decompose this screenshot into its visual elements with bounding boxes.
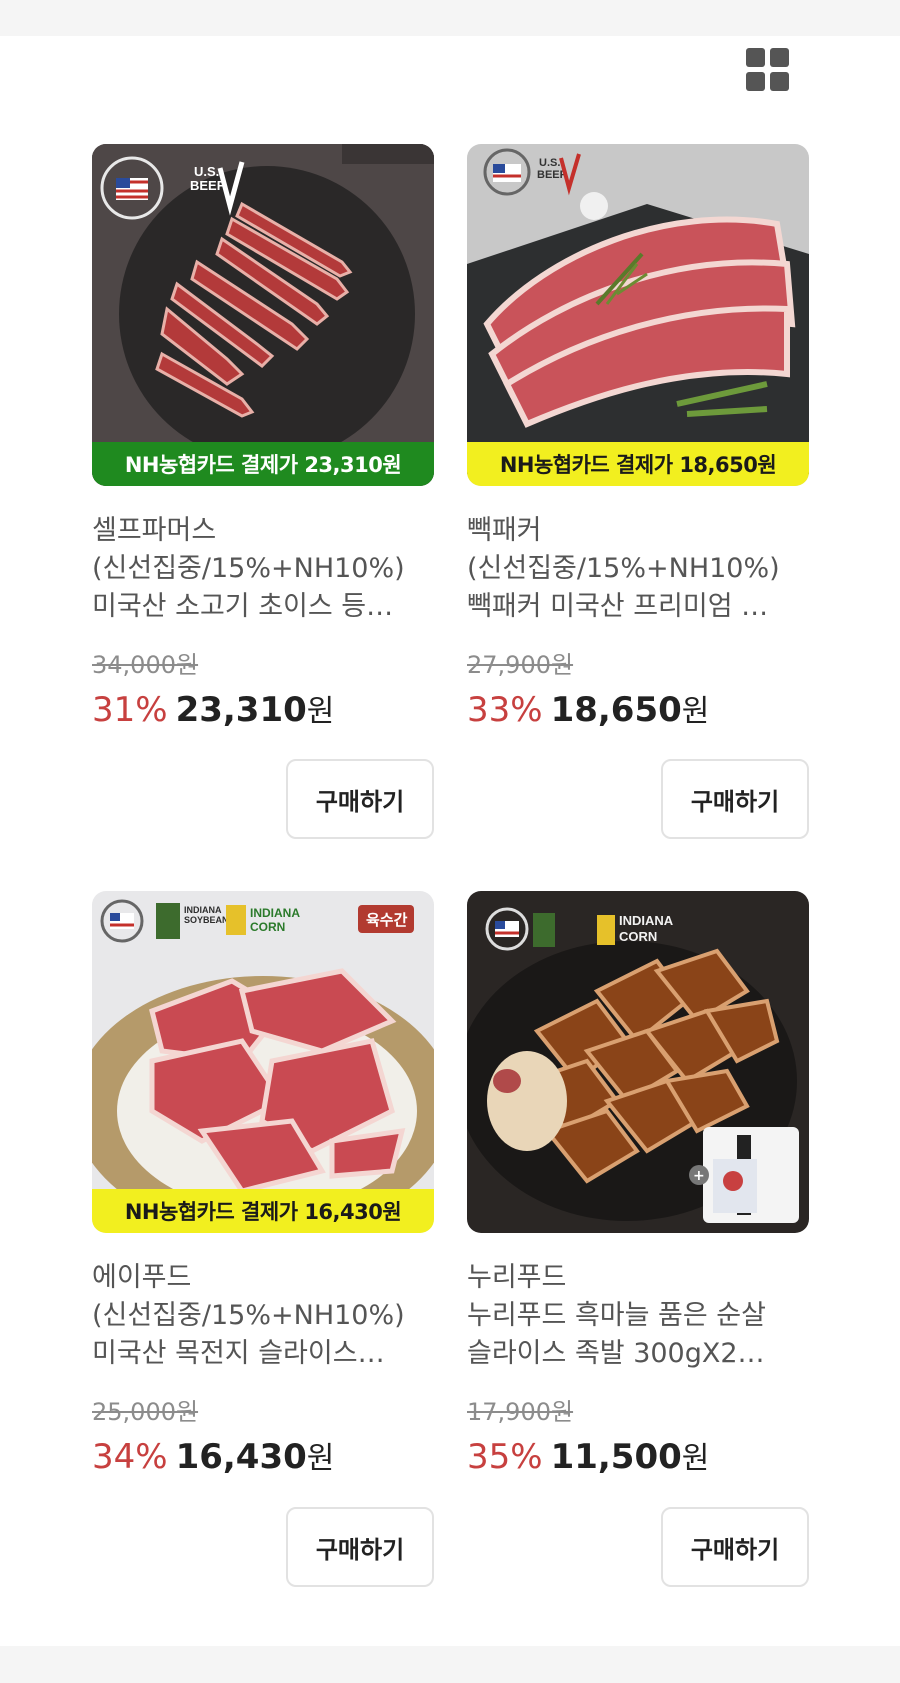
- product-brand: 에이푸드: [92, 1262, 192, 1293]
- product-image[interactable]: INDIANA CORN +: [467, 891, 809, 1233]
- price-row: 33% 18,650 원: [467, 686, 812, 730]
- product-name-line1: (신선집중/15%+NH10%): [467, 553, 780, 584]
- currency-unit: 원: [681, 694, 710, 729]
- product-photo-pork-shoulder: INDIANA SOYBEAN INDIANA CORN 육수간: [92, 891, 434, 1233]
- product-card[interactable]: U.S. BEEF NH농협카드 결제가 18,650원 빽패커 (신선집중/1…: [467, 144, 812, 730]
- product-photo-beef-ribs: U.S. BEEF: [92, 144, 434, 486]
- product-brand: 누리푸드: [467, 1262, 567, 1293]
- price-row: 31% 23,310 원: [92, 686, 437, 730]
- buy-button[interactable]: 구매하기: [286, 1507, 434, 1587]
- sale-price: 11,500: [550, 1437, 682, 1477]
- card-payment-banner: NH농협카드 결제가 18,650원: [467, 442, 809, 486]
- original-price: 34,000원: [92, 651, 199, 679]
- product-image[interactable]: INDIANA SOYBEAN INDIANA CORN 육수간 NH농협카드 …: [92, 891, 434, 1233]
- grid-cell: [770, 72, 789, 91]
- svg-text:U.S.: U.S.: [194, 164, 219, 179]
- svg-text:INDIANA: INDIANA: [250, 906, 300, 920]
- price-row: 35% 11,500 원: [467, 1433, 812, 1477]
- product-image[interactable]: U.S. BEEF NH농협카드 결제가 23,310원: [92, 144, 434, 486]
- product-card[interactable]: U.S. BEEF NH농협카드 결제가 23,310원 셀프파머스 (신선집중…: [92, 144, 437, 730]
- grid-cell: [746, 48, 765, 67]
- original-price: 17,900원: [467, 1398, 574, 1426]
- svg-text:BEEF: BEEF: [537, 169, 567, 181]
- product-card[interactable]: INDIANA CORN + 누리푸드 누리푸드 흑마늘 품은 순살 슬라이스 …: [467, 891, 812, 1477]
- sale-price: 16,430: [175, 1437, 307, 1477]
- svg-text:U.S.: U.S.: [539, 157, 560, 169]
- grid-cell: [746, 72, 765, 91]
- svg-text:CORN: CORN: [619, 929, 657, 944]
- card-payment-banner: NH농협카드 결제가 23,310원: [92, 442, 434, 486]
- product-name-line2: 미국산 소고기 초이스 등…: [92, 591, 394, 622]
- buy-button[interactable]: 구매하기: [286, 759, 434, 839]
- buy-button[interactable]: 구매하기: [661, 1507, 809, 1587]
- product-brand: 셀프파머스: [92, 515, 217, 546]
- currency-unit: 원: [681, 1441, 710, 1476]
- svg-text:+: +: [693, 1168, 705, 1184]
- product-name-line1: 누리푸드 흑마늘 품은 순살: [467, 1300, 766, 1331]
- product-name-line1: (신선집중/15%+NH10%): [92, 1300, 405, 1331]
- svg-text:BEEF: BEEF: [190, 178, 225, 193]
- product-card[interactable]: INDIANA SOYBEAN INDIANA CORN 육수간 NH농협카드 …: [92, 891, 437, 1477]
- product-brand: 빽패커: [467, 515, 542, 546]
- currency-unit: 원: [306, 1441, 335, 1476]
- original-price: 27,900원: [467, 651, 574, 679]
- svg-text:육수간: 육수간: [366, 911, 408, 929]
- buy-button[interactable]: 구매하기: [661, 759, 809, 839]
- product-name-line1: (신선집중/15%+NH10%): [92, 553, 405, 584]
- discount-rate: 31%: [92, 690, 168, 730]
- discount-rate: 34%: [92, 1437, 168, 1477]
- product-photo-pork-feet: INDIANA CORN +: [467, 891, 809, 1233]
- svg-text:CORN: CORN: [250, 920, 285, 934]
- product-name-line2: 슬라이스 족발 300gX2…: [467, 1338, 765, 1369]
- grid-cell: [770, 48, 789, 67]
- card-payment-banner: NH농협카드 결제가 16,430원: [92, 1189, 434, 1233]
- discount-rate: 35%: [467, 1437, 543, 1477]
- product-name-line2: 미국산 목전지 슬라이스…: [92, 1338, 385, 1369]
- discount-rate: 33%: [467, 690, 543, 730]
- svg-text:INDIANA: INDIANA: [619, 913, 674, 928]
- sale-price: 18,650: [550, 690, 682, 730]
- grid-view-icon[interactable]: [746, 48, 792, 94]
- currency-unit: 원: [306, 694, 335, 729]
- price-row: 34% 16,430 원: [92, 1433, 437, 1477]
- sale-price: 23,310: [175, 690, 307, 730]
- svg-text:INDIANA: INDIANA: [184, 905, 222, 915]
- product-image[interactable]: U.S. BEEF NH농협카드 결제가 18,650원: [467, 144, 809, 486]
- original-price: 25,000원: [92, 1398, 199, 1426]
- product-name-line2: 빽패커 미국산 프리미엄 …: [467, 591, 769, 622]
- svg-text:SOYBEAN: SOYBEAN: [184, 915, 229, 925]
- product-photo-beef-slices: U.S. BEEF: [467, 144, 809, 486]
